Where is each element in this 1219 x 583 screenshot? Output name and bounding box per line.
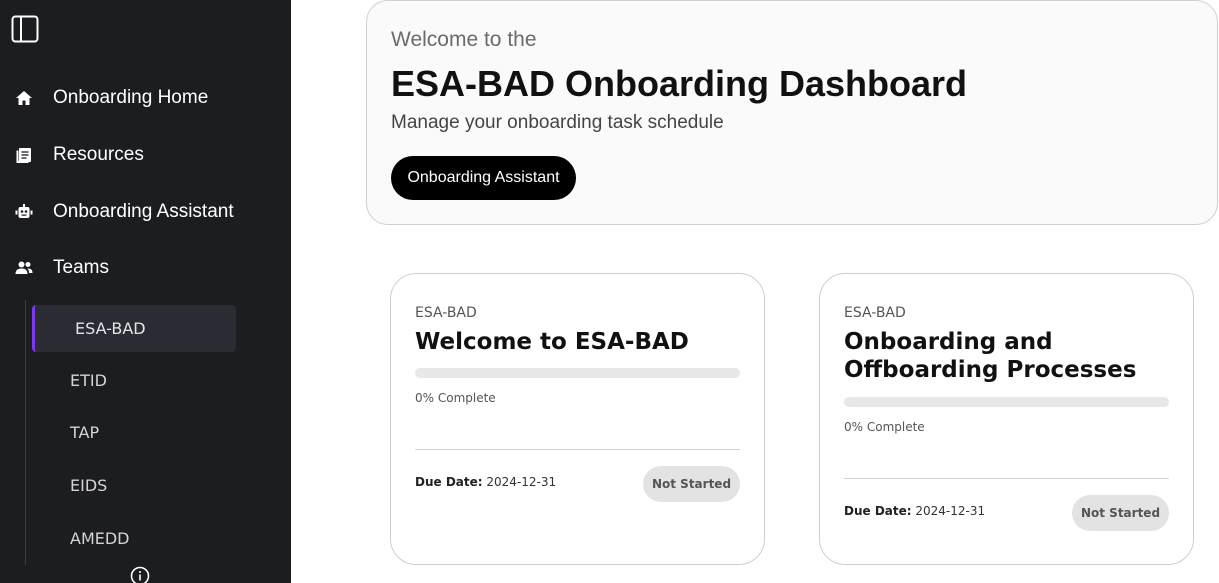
team-item-amedd[interactable]: AMEDD (32, 515, 236, 562)
due-date: Due Date: 2024-12-31 (415, 475, 556, 489)
status-badge: Not Started (643, 466, 740, 502)
team-label: ETID (70, 371, 107, 390)
due-date-label: Due Date: (844, 504, 912, 518)
card-title: Welcome to ESA-BAD (415, 329, 689, 355)
page-title: ESA-BAD Onboarding Dashboard (391, 63, 968, 104)
robot-icon (15, 204, 33, 218)
welcome-intro: Welcome to the (391, 28, 537, 51)
nav-item-onboarding-home[interactable]: Onboarding Home (0, 78, 291, 118)
card-title: Onboarding and Offboarding Processes (844, 329, 1137, 383)
task-card[interactable]: ESA-BAD Welcome to ESA-BAD 0% Complete D… (390, 273, 765, 565)
team-label: ESA-BAD (75, 319, 146, 338)
team-label: TAP (70, 423, 100, 442)
home-icon (16, 91, 32, 105)
progress-text: 0% Complete (844, 420, 925, 434)
people-icon (15, 261, 33, 274)
team-label: EIDS (70, 476, 108, 495)
task-card[interactable]: ESA-BAD Onboarding and Offboarding Proce… (819, 273, 1194, 565)
team-item-eids[interactable]: EIDS (32, 462, 236, 509)
sidebar: Onboarding Home Resources Onboarding Ass… (0, 0, 291, 583)
due-date-value: 2024-12-31 (486, 475, 557, 489)
due-date-label: Due Date: (415, 475, 483, 489)
card-team: ESA-BAD (415, 305, 477, 321)
card-team: ESA-BAD (844, 305, 906, 321)
teams-divider (25, 300, 26, 565)
progress-text: 0% Complete (415, 391, 496, 405)
sidebar-toggle-icon[interactable] (11, 15, 39, 43)
team-item-esa-bad[interactable]: ESA-BAD (32, 305, 236, 352)
progress-bar (844, 397, 1169, 407)
onboarding-assistant-button[interactable]: Onboarding Assistant (391, 156, 576, 200)
nav-item-teams[interactable]: Teams (0, 248, 291, 288)
nav-label: Resources (53, 144, 144, 165)
team-item-tap[interactable]: TAP (32, 409, 236, 456)
nav-item-resources[interactable]: Resources (0, 135, 291, 175)
status-badge: Not Started (1072, 495, 1169, 531)
due-date: Due Date: 2024-12-31 (844, 504, 985, 518)
resources-icon (16, 148, 31, 163)
nav-label: Onboarding Home (53, 87, 209, 108)
nav-label: Onboarding Assistant (53, 201, 234, 222)
due-date-value: 2024-12-31 (915, 504, 986, 518)
team-item-etid[interactable]: ETID (32, 357, 236, 404)
welcome-banner: Welcome to the ESA-BAD Onboarding Dashbo… (366, 0, 1218, 225)
nav-item-onboarding-assistant[interactable]: Onboarding Assistant (0, 192, 291, 232)
info-icon[interactable] (130, 566, 150, 583)
page-subtitle: Manage your onboarding task schedule (391, 112, 724, 133)
progress-bar (415, 368, 740, 378)
nav-label: Teams (53, 257, 109, 278)
team-label: AMEDD (70, 529, 130, 548)
card-divider (844, 478, 1169, 479)
card-divider (415, 449, 740, 450)
